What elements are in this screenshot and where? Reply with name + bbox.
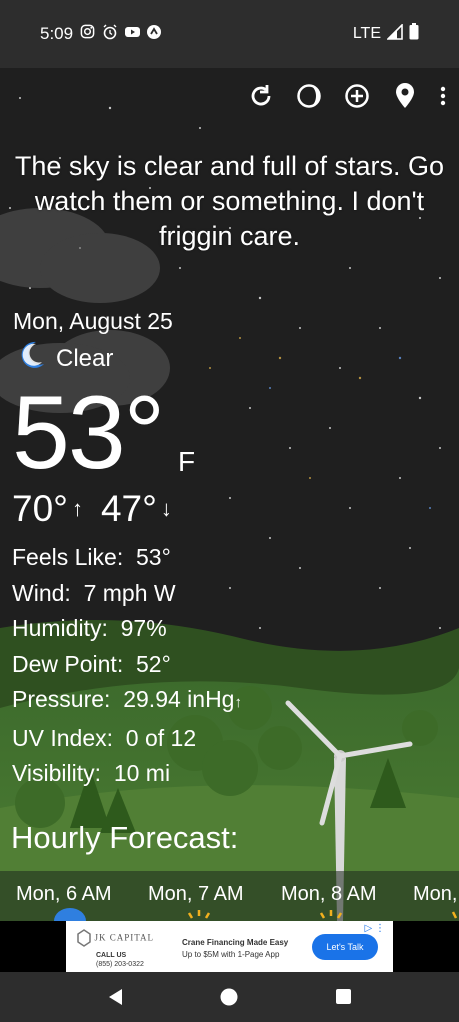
ad-brand-name: JK CAPITAL bbox=[94, 932, 155, 943]
detail-value: 29.94 inHg bbox=[123, 686, 235, 712]
hour-item[interactable]: Mon, bbox=[413, 883, 457, 906]
status-right: LTE bbox=[352, 22, 419, 45]
youtube-icon bbox=[124, 24, 140, 40]
detail-dew-point: Dew Point: 52° bbox=[12, 647, 242, 683]
current-date: Mon, August 25 bbox=[13, 308, 173, 334]
detail-label: Visibility: bbox=[12, 760, 102, 786]
hour-item[interactable]: Mon, 7 AM bbox=[148, 883, 244, 906]
signal-icon bbox=[386, 22, 403, 45]
detail-value: 7 mph W bbox=[83, 579, 176, 606]
system-nav-bar bbox=[0, 972, 459, 1022]
ad-body: Up to $5M with 1-Page App bbox=[182, 950, 280, 959]
detail-label: Feels Like: bbox=[12, 544, 124, 570]
network-label: LTE bbox=[352, 25, 381, 42]
alarm-icon bbox=[102, 24, 118, 40]
detail-value: 10 mi bbox=[113, 760, 171, 786]
ad-brand: JK CAPITAL bbox=[76, 929, 154, 947]
detail-label: Wind: bbox=[12, 579, 71, 606]
weather-details: Feels Like: 53° Wind: 7 mph W Humidity: … bbox=[12, 540, 242, 792]
detail-value: 53° bbox=[136, 544, 171, 570]
detail-label: Dew Point: bbox=[12, 650, 124, 677]
home-button[interactable] bbox=[220, 988, 238, 1011]
recents-button[interactable] bbox=[336, 989, 351, 1009]
detail-visibility: Visibility: 10 mi bbox=[12, 756, 242, 792]
ad-call: CALL US (855) 203-0322 bbox=[96, 951, 144, 969]
battery-icon bbox=[409, 23, 419, 45]
ad-copy: Crane Financing Made Easy Up to $5M with… bbox=[182, 937, 288, 961]
high-arrow-icon: ↑ bbox=[71, 496, 83, 521]
low-arrow-icon: ↓ bbox=[160, 496, 172, 521]
sun-icon bbox=[187, 910, 211, 919]
ad-headline: Crane Financing Made Easy bbox=[182, 938, 289, 947]
ad-cta-button[interactable]: Let's Talk bbox=[312, 934, 378, 960]
ad-phone: (855) 203-0322 bbox=[96, 961, 144, 968]
brand-logo-icon bbox=[77, 929, 91, 947]
detail-value: 97% bbox=[120, 615, 167, 641]
notification-icons bbox=[80, 24, 162, 40]
detail-uv-index: UV Index: 0 of 12 bbox=[12, 721, 242, 757]
instagram-icon bbox=[80, 24, 96, 40]
back-button[interactable] bbox=[108, 988, 124, 1011]
current-condition: Clear bbox=[18, 340, 113, 377]
toolbar bbox=[247, 82, 447, 110]
ad-call-label: CALL US bbox=[96, 952, 127, 959]
high-temp: 70° bbox=[12, 488, 68, 529]
pressure-trend-icon: ↑ bbox=[234, 694, 242, 711]
temperature-unit: F bbox=[178, 446, 196, 477]
hour-item[interactable]: Mon, 6 AM bbox=[16, 883, 112, 906]
high-low: 70° ↑ 47° ↓ bbox=[12, 488, 186, 530]
ad-choices-icon[interactable]: ▷ ⋮ bbox=[365, 923, 385, 934]
hourly-forecast-title: Hourly Forecast: bbox=[11, 820, 239, 855]
detail-label: Pressure: bbox=[12, 686, 111, 712]
detail-pressure: Pressure: 29.94 inHg↑ bbox=[12, 682, 242, 721]
current-temperature: 53° bbox=[12, 375, 165, 491]
detail-humidity: Humidity: 97% bbox=[12, 611, 242, 647]
status-bar: 5:09 LTE bbox=[0, 0, 459, 68]
detail-label: Humidity: bbox=[12, 615, 108, 641]
status-time: 5:09 bbox=[40, 24, 74, 43]
detail-wind: Wind: 7 mph W bbox=[12, 576, 242, 612]
sun-icon bbox=[319, 910, 343, 919]
moon-phase-icon[interactable] bbox=[295, 82, 323, 110]
ad-banner[interactable]: JK CAPITAL CALL US (855) 203-0322 Crane … bbox=[66, 921, 393, 972]
detail-value: 0 of 12 bbox=[125, 724, 197, 751]
refresh-icon[interactable] bbox=[247, 82, 275, 110]
more-vert-icon[interactable] bbox=[439, 82, 447, 110]
moon-icon bbox=[18, 340, 46, 377]
detail-value: 52° bbox=[136, 650, 171, 677]
condition-label: Clear bbox=[56, 344, 114, 372]
location-pin-icon[interactable] bbox=[391, 82, 419, 110]
moon-icon bbox=[54, 908, 86, 921]
detail-feels-like: Feels Like: 53° bbox=[12, 540, 242, 576]
weather-headline: The sky is clear and full of stars. Go w… bbox=[14, 151, 445, 251]
app-icon bbox=[146, 24, 162, 40]
detail-label: UV Index: bbox=[12, 724, 113, 751]
add-location-icon[interactable] bbox=[343, 82, 371, 110]
low-temp: 47° bbox=[100, 488, 157, 529]
hour-item[interactable]: Mon, 8 AM bbox=[281, 883, 377, 906]
sun-icon bbox=[451, 911, 458, 919]
